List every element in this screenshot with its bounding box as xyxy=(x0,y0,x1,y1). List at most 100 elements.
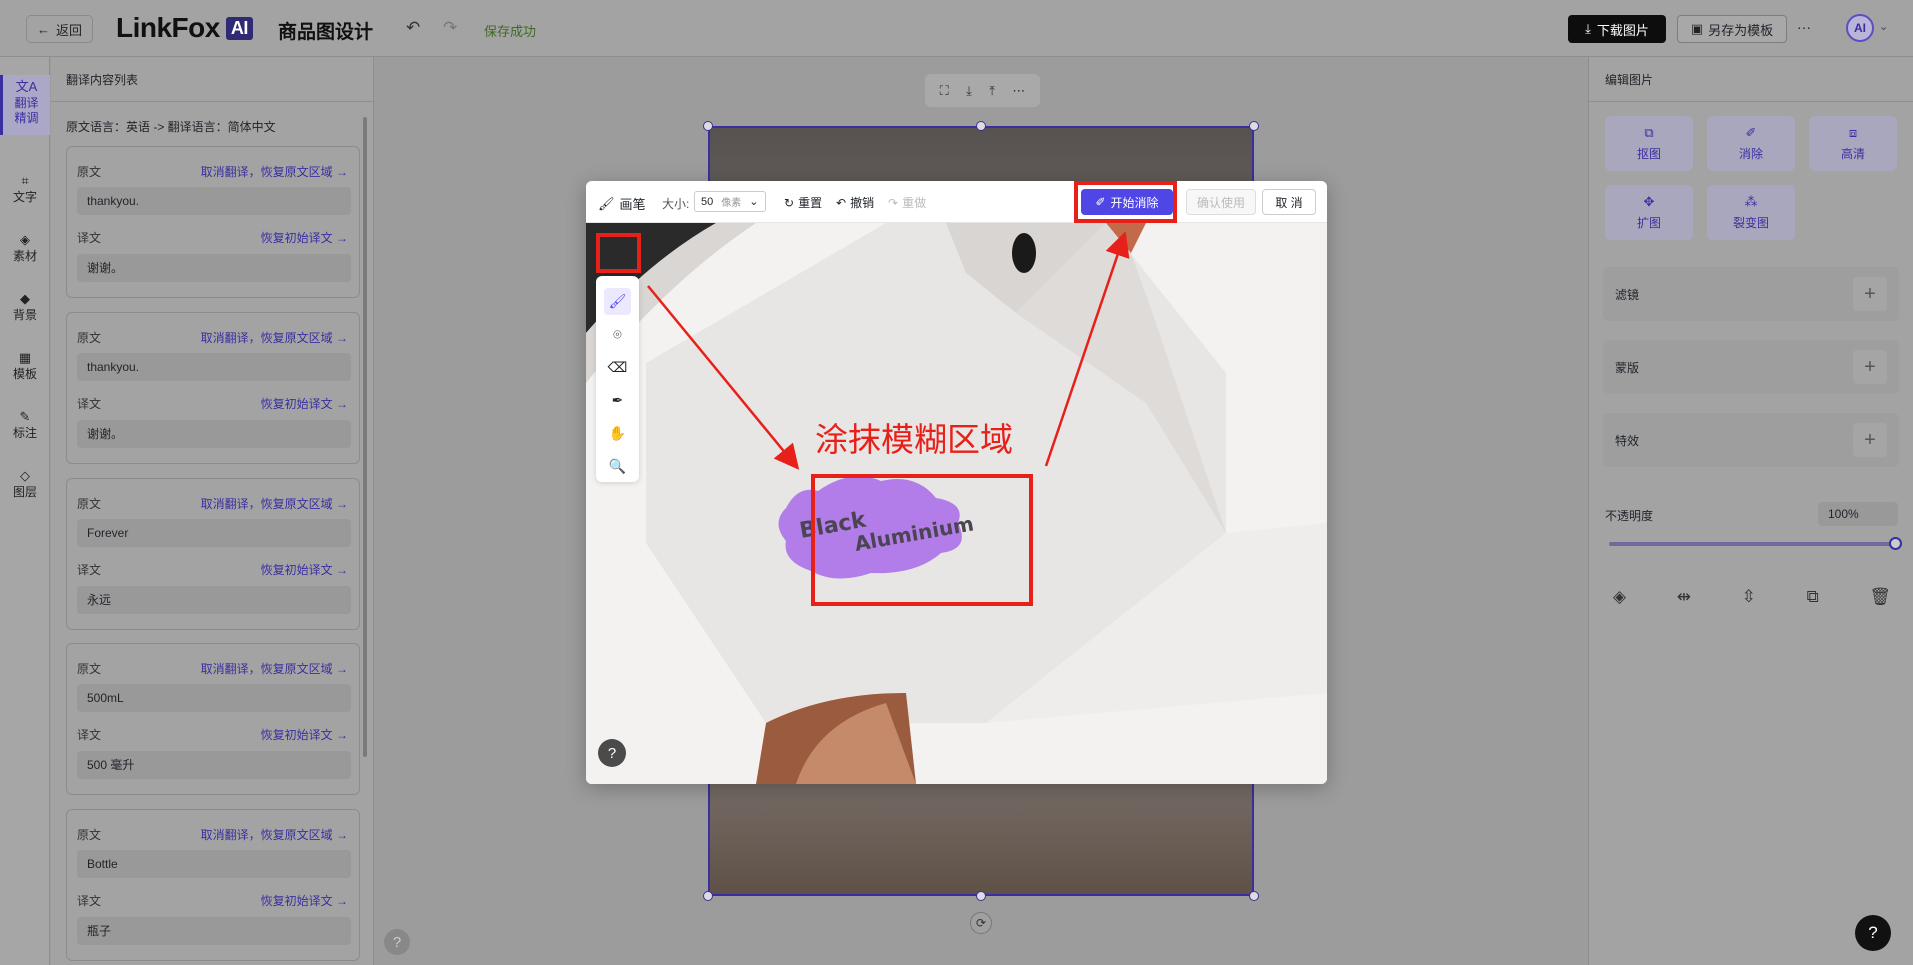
upload-icon[interactable]: ⤒ xyxy=(989,83,995,99)
erase-icon: ✐ xyxy=(1745,125,1757,140)
brush-size-select[interactable]: 50 像素 ⌄ xyxy=(694,191,766,212)
restore-translation-link[interactable]: 恢复初始译文 → xyxy=(261,395,348,412)
brush-icon: 🖌 xyxy=(608,293,627,309)
duplicate-icon[interactable]: ⧉ xyxy=(1807,587,1819,607)
rail-label-assets: 素材 xyxy=(12,249,37,263)
opacity-input[interactable]: 100% xyxy=(1818,502,1898,526)
redo-icon: ↷ xyxy=(888,195,899,210)
highlight-brush-tool xyxy=(596,233,641,273)
resize-handle[interactable] xyxy=(976,891,986,901)
rail-item-annotate[interactable]: ✎ 标注 xyxy=(0,409,50,441)
restore-translation-link[interactable]: 恢复初始译文 → xyxy=(261,561,348,578)
undo-button[interactable]: ↶ 撤销 xyxy=(836,194,874,211)
rail-item-template[interactable]: ▦ 模板 xyxy=(0,350,50,382)
zoom-tool[interactable]: 🔍 xyxy=(604,453,631,480)
brush-icon: 🖌 xyxy=(598,195,615,211)
resize-handle[interactable] xyxy=(1249,891,1259,901)
cancel-translation-link[interactable]: 取消翻译，恢复原文区域 → xyxy=(201,329,348,346)
undo-icon[interactable]: ↶ xyxy=(406,18,420,38)
hand-tool[interactable]: ✋ xyxy=(604,420,631,447)
brush-tool-label[interactable]: 🖌 画笔 xyxy=(598,194,646,213)
cancel-translation-link[interactable]: 取消翻译，恢复原文区域 → xyxy=(201,163,348,180)
source-text-field[interactable]: 500mL xyxy=(77,684,351,712)
target-text-field[interactable]: 谢谢。 xyxy=(77,254,351,282)
logo: LinkFox AI xyxy=(116,12,253,44)
page-title: 商品图设计 xyxy=(278,22,374,43)
rail-item-text[interactable]: ⌗ 文字 xyxy=(0,173,50,205)
confirm-use-button[interactable]: 确认使用 xyxy=(1186,189,1256,215)
avatar[interactable]: AI xyxy=(1846,14,1874,42)
cancel-translation-link[interactable]: 取消翻译，恢复原文区域 → xyxy=(201,495,348,512)
cancel-translation-link[interactable]: 取消翻译，恢复原文区域 → xyxy=(201,826,348,843)
translate-icon: 文A xyxy=(15,79,38,94)
lasso-tool[interactable]: ⌾ xyxy=(604,321,631,348)
rail-item-layers[interactable]: ◇ 图层 xyxy=(0,468,50,500)
source-text-field[interactable]: Forever xyxy=(77,519,351,547)
rail-label-background: 背景 xyxy=(12,308,37,322)
erase-button[interactable]: ✐ 消除 xyxy=(1707,116,1795,171)
hd-button[interactable]: ⧈ 高清 xyxy=(1809,116,1897,171)
resize-handle[interactable] xyxy=(703,891,713,901)
chevron-down-icon[interactable]: ⌄ xyxy=(1879,20,1888,33)
rail-item-translate[interactable]: 文A 翻译 精调 xyxy=(0,75,50,135)
layers-icon[interactable]: ◈ xyxy=(1613,587,1626,607)
help-icon[interactable]: ? xyxy=(598,739,626,767)
download-image-button[interactable]: ⤓ 下载图片 xyxy=(1568,15,1666,43)
help-icon[interactable]: ? xyxy=(384,929,410,955)
opacity-slider-handle[interactable] xyxy=(1889,537,1902,550)
resize-handle[interactable] xyxy=(976,121,986,131)
filter-section: 滤镜 + xyxy=(1603,267,1899,321)
plus-icon[interactable]: + xyxy=(1853,350,1887,384)
more-icon[interactable]: ··· xyxy=(1797,19,1811,35)
cutout-button[interactable]: ⧉ 抠图 xyxy=(1605,116,1693,171)
download-icon[interactable]: ⤓ xyxy=(966,83,972,99)
top-bar: ← 返回 LinkFox AI 商品图设计 ↶ ↷ 保存成功 ⤓ 下载图片 ▣ … xyxy=(0,0,1913,57)
erase-label: 消除 xyxy=(1738,147,1763,161)
redo-button[interactable]: ↷ 重做 xyxy=(888,194,926,211)
expand-button[interactable]: ✥ 扩图 xyxy=(1605,185,1693,240)
logo-badge: AI xyxy=(225,16,253,40)
cancel-translation-link[interactable]: 取消翻译，恢复原文区域 → xyxy=(201,660,348,677)
target-text-field[interactable]: 瓶子 xyxy=(77,917,351,945)
variation-button[interactable]: ⁂ 裂变图 xyxy=(1707,185,1795,240)
resize-handle[interactable] xyxy=(1249,121,1259,131)
opacity-slider[interactable] xyxy=(1609,542,1895,546)
scrollbar[interactable] xyxy=(363,117,367,757)
target-text-field[interactable]: 永远 xyxy=(77,586,351,614)
focus-icon[interactable]: ⛶ xyxy=(940,83,949,99)
help-icon[interactable]: ? xyxy=(1855,915,1891,951)
source-text-field[interactable]: thankyou. xyxy=(77,353,351,381)
cancel-button[interactable]: 取 消 xyxy=(1262,189,1316,215)
restore-translation-link[interactable]: 恢复初始译文 → xyxy=(261,892,348,909)
hand-icon: ✋ xyxy=(608,425,627,441)
modal-toolbar: 🖌 画笔 大小: 50 像素 ⌄ ↻ 重置 ↶ 撤销 ↷ 重做 ✐ 开始消除 确… xyxy=(586,181,1327,223)
save-as-template-button[interactable]: ▣ 另存为模板 xyxy=(1677,15,1787,43)
expand-icon: ✥ xyxy=(1643,194,1655,209)
eraser-tool[interactable]: ⌫ xyxy=(604,354,631,381)
back-button[interactable]: ← 返回 xyxy=(26,15,94,43)
resize-handle[interactable] xyxy=(703,121,713,131)
trash-icon[interactable]: 🗑 xyxy=(1869,587,1891,607)
target-text-field[interactable]: 谢谢。 xyxy=(77,420,351,448)
flip-horizontal-icon[interactable]: ⇹ xyxy=(1677,587,1691,607)
brush-tool[interactable]: 🖌 xyxy=(604,288,631,315)
mask-section: 蒙版 + xyxy=(1603,340,1899,394)
flip-vertical-icon[interactable]: ⇳ xyxy=(1742,587,1756,607)
more-icon[interactable]: ⋯ xyxy=(1012,83,1025,99)
size-unit: 像素 xyxy=(721,198,742,209)
plus-icon[interactable]: + xyxy=(1853,423,1887,457)
rail-item-background[interactable]: ◆ 背景 xyxy=(0,291,50,323)
redo-icon[interactable]: ↷ xyxy=(443,18,457,38)
restore-translation-link[interactable]: 恢复初始译文 → xyxy=(261,726,348,743)
source-text-field[interactable]: Bottle xyxy=(77,850,351,878)
target-label: 译文 xyxy=(77,894,102,908)
reset-button[interactable]: ↻ 重置 xyxy=(784,194,822,211)
source-text-field[interactable]: thankyou. xyxy=(77,187,351,215)
rail-label-text: 文字 xyxy=(12,190,37,204)
restore-translation-link[interactable]: 恢复初始译文 → xyxy=(261,229,348,246)
target-text-field[interactable]: 500 毫升 xyxy=(77,751,351,779)
plus-icon[interactable]: + xyxy=(1853,277,1887,311)
rotate-icon[interactable]: ⟳ xyxy=(970,912,992,934)
pen-tool[interactable]: ✒ xyxy=(604,387,631,414)
rail-item-assets[interactable]: ◈ 素材 xyxy=(0,232,50,264)
